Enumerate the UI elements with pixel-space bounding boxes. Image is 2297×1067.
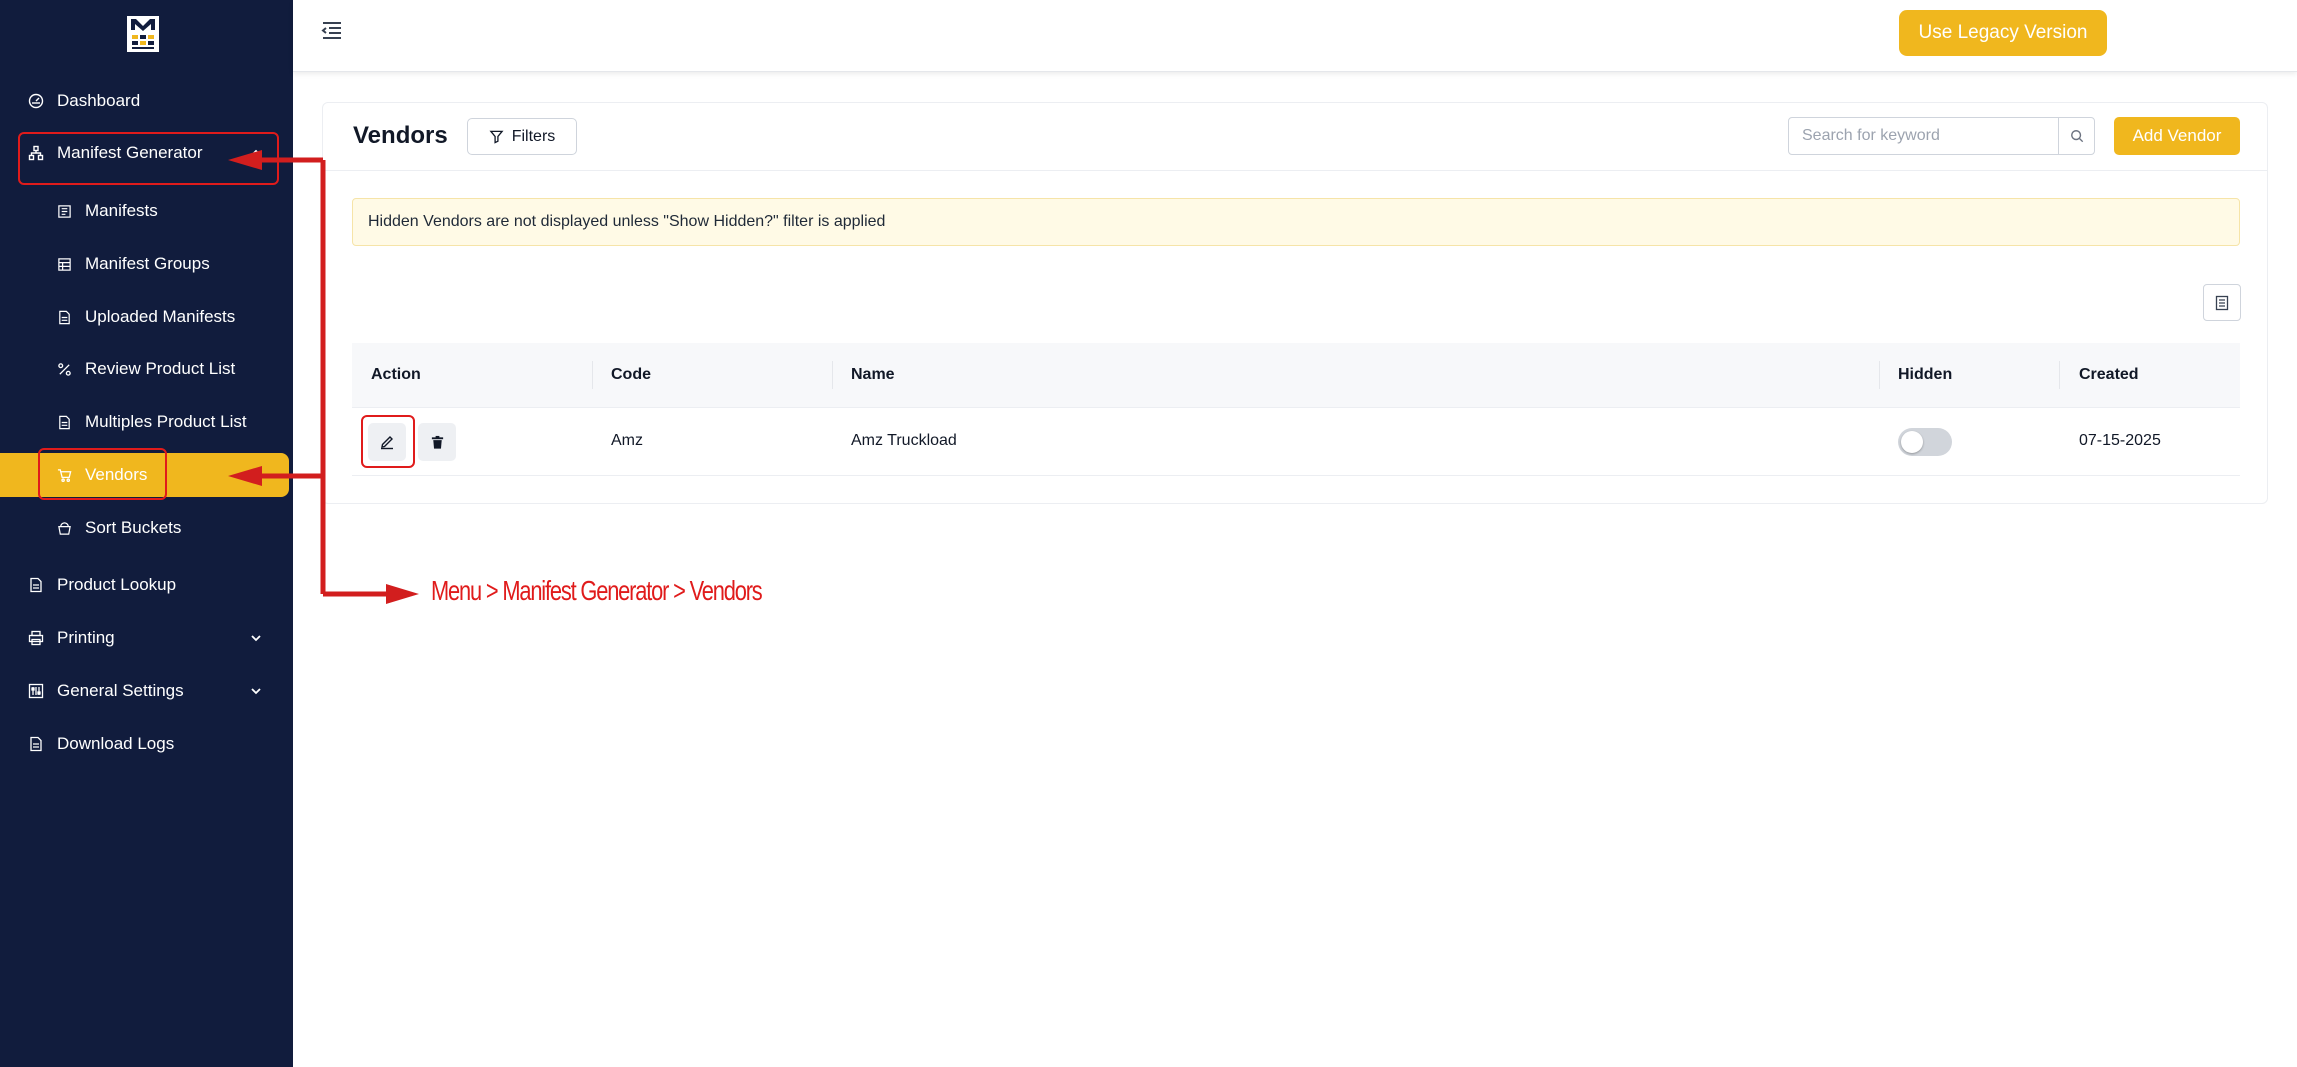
sidebar-item-uploaded-manifests[interactable]: Uploaded Manifests <box>0 295 289 339</box>
menu-collapse-icon[interactable] <box>320 18 344 42</box>
bucket-icon <box>55 519 73 537</box>
column-divider <box>592 361 593 389</box>
pencil-icon <box>381 436 393 450</box>
percent-icon <box>55 360 73 378</box>
search-input[interactable] <box>1789 118 2058 154</box>
sidebar-item-label: Sort Buckets <box>85 518 182 537</box>
sidebar-item-label: Download Logs <box>57 734 175 753</box>
sidebar-item-label: Multiples Product List <box>85 412 247 431</box>
column-header-code[interactable]: Code <box>611 366 651 384</box>
sidebar-item-manifest-groups[interactable]: Manifest Groups <box>0 242 289 286</box>
card-header: Vendors Filters Add Vendor <box>323 103 2267 171</box>
search-icon <box>2070 130 2083 143</box>
page-title: Vendors <box>353 122 448 149</box>
sidebar-item-dashboard[interactable]: Dashboard <box>0 79 289 123</box>
sidebar-item-label: Uploaded Manifests <box>85 307 236 326</box>
vendor-created-date: 07-15-2025 <box>2079 432 2161 449</box>
filters-button[interactable]: Filters <box>467 118 577 155</box>
chevron-down-icon[interactable] <box>248 683 264 699</box>
file-icon <box>27 576 45 594</box>
filter-icon <box>489 130 504 144</box>
settings-icon <box>27 682 45 700</box>
sidebar-item-label: Manifest Groups <box>85 254 210 273</box>
document-icon <box>55 202 73 220</box>
column-header-name[interactable]: Name <box>851 366 895 384</box>
sidebar-item-manifest-generator[interactable]: Manifest Generator <box>0 131 289 175</box>
sidebar-item-label: General Settings <box>57 681 184 700</box>
table-header: Action Code Name Hidden Created <box>352 343 2240 408</box>
chevron-up-icon[interactable] <box>248 145 264 161</box>
column-divider <box>1879 361 1880 389</box>
sidebar-item-download-logs[interactable]: Download Logs <box>0 722 289 766</box>
annotation-breadcrumb-text: Menu > Manifest Generator > Vendors <box>431 575 763 606</box>
sidebar-item-label: Product Lookup <box>57 575 177 594</box>
hidden-vendors-alert: Hidden Vendors are not displayed unless … <box>352 198 2240 246</box>
company-logo <box>127 16 159 52</box>
columns-icon <box>2215 295 2229 310</box>
sidebar-item-multiples-product-list[interactable]: Multiples Product List <box>0 400 289 444</box>
arrow-right-icon <box>386 584 419 604</box>
file-icon <box>55 413 73 431</box>
column-divider <box>832 361 833 389</box>
sidebar-item-vendors[interactable]: Vendors <box>0 453 289 497</box>
toggle-knob <box>1901 431 1923 453</box>
filters-label: Filters <box>511 127 556 145</box>
sidebar-item-sort-buckets[interactable]: Sort Buckets <box>0 506 289 550</box>
search-box <box>1788 117 2095 155</box>
table-row: Amz Amz Truckload 07-15-2025 <box>352 408 2240 476</box>
printer-icon <box>27 629 45 647</box>
column-header-hidden[interactable]: Hidden <box>1898 366 1952 384</box>
sidebar-item-label: Review Product List <box>85 359 236 378</box>
grid-icon <box>55 255 73 273</box>
add-vendor-button[interactable]: Add Vendor <box>2114 117 2240 155</box>
column-header-action: Action <box>371 366 421 383</box>
sidebar-item-review-product-list[interactable]: Review Product List <box>0 347 289 391</box>
vendor-name: Amz Truckload <box>851 432 957 449</box>
hidden-toggle[interactable] <box>1898 428 1952 456</box>
sidebar-item-printing[interactable]: Printing <box>0 616 289 660</box>
vendor-code: Amz <box>611 432 643 449</box>
trash-icon <box>431 435 443 449</box>
sidebar-item-label: Printing <box>57 628 115 647</box>
sidebar-item-label: Dashboard <box>57 91 141 110</box>
sidebar-item-label: Vendors <box>85 465 148 484</box>
edit-button[interactable] <box>368 423 406 461</box>
sidebar-item-manifests[interactable]: Manifests <box>0 189 289 233</box>
vendors-card: Vendors Filters Add Vendor Hidden Vendor… <box>322 102 2268 504</box>
cart-icon <box>55 466 73 484</box>
sidebar-item-label: Manifest Generator <box>57 143 203 162</box>
column-settings-button[interactable] <box>2203 284 2241 321</box>
column-divider <box>2059 361 2060 389</box>
chevron-down-icon[interactable] <box>248 630 264 646</box>
delete-button[interactable] <box>418 423 456 461</box>
file-icon <box>27 735 45 753</box>
file-icon <box>55 308 73 326</box>
sitemap-icon <box>27 144 45 162</box>
sidebar: Dashboard Manifest Generator Manifests M… <box>0 0 293 1067</box>
top-bar: Use Legacy Version <box>293 0 2297 72</box>
use-legacy-version-button[interactable]: Use Legacy Version <box>1899 10 2107 56</box>
sidebar-item-product-lookup[interactable]: Product Lookup <box>0 563 289 607</box>
column-header-created[interactable]: Created <box>2079 366 2139 384</box>
sidebar-item-label: Manifests <box>85 201 158 220</box>
search-button[interactable] <box>2058 118 2094 154</box>
sidebar-item-general-settings[interactable]: General Settings <box>0 669 289 713</box>
gauge-icon <box>27 92 45 110</box>
